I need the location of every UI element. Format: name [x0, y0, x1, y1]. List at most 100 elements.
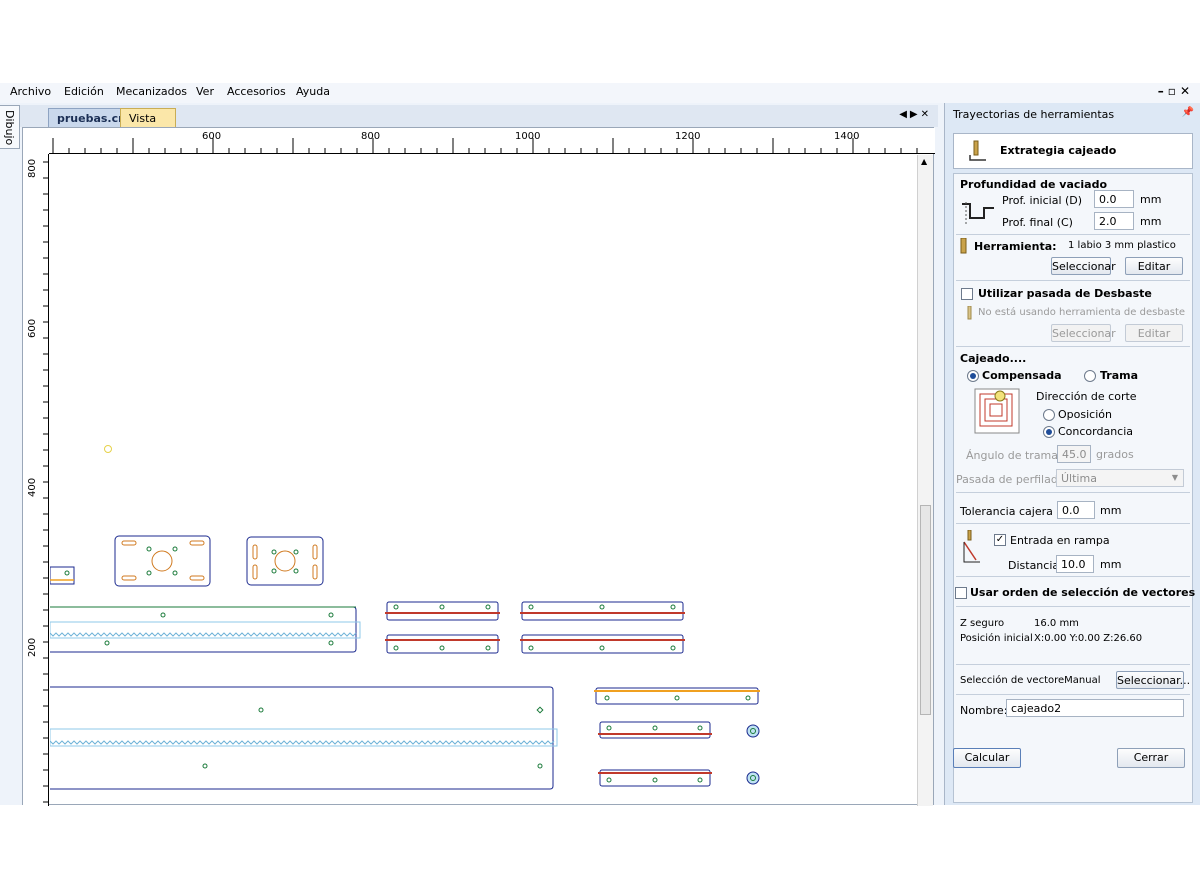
menu-mecanizados[interactable]: Mecanizados — [116, 85, 187, 98]
close-icon[interactable]: ✕ — [1180, 84, 1194, 98]
vertical-ruler: 800 600 400 200 — [23, 154, 49, 806]
round-part-2[interactable] — [746, 771, 760, 785]
h-ruler-label: 1000 — [515, 131, 541, 142]
rack-part-1[interactable] — [50, 606, 361, 653]
name-input[interactable]: cajeado2 — [1006, 699, 1184, 717]
drawing-view[interactable]: 600 800 1000 1200 1400 800 600 400 200 ▲ — [22, 127, 935, 806]
tool-value: 1 labio 3 mm plastico — [1068, 240, 1176, 251]
tool-edit-button[interactable]: Editar — [1125, 257, 1183, 275]
bar-part-7[interactable] — [598, 769, 712, 787]
menu-archivo[interactable]: Archivo — [10, 85, 51, 98]
vector-order-checkbox[interactable] — [955, 587, 967, 599]
tab-prev-icon[interactable]: ◀ — [899, 109, 910, 120]
roughing-edit-button[interactable]: Editar — [1125, 324, 1183, 342]
vector-select-button[interactable]: Seleccionar... — [1116, 671, 1190, 689]
v-ruler-label: 800 — [27, 158, 38, 178]
raster-angle-input[interactable]: 45.0 — [1057, 445, 1091, 463]
depth-diagram-icon — [962, 202, 994, 224]
menu-accesorios[interactable]: Accesorios — [227, 85, 286, 98]
tab-next-icon[interactable]: ▶ — [910, 109, 921, 120]
scrollbar-thumb[interactable] — [920, 505, 931, 715]
raster-radio[interactable] — [1084, 370, 1096, 382]
profile-pass-value: Última — [1061, 472, 1097, 485]
minimize-icon[interactable]: – — [1158, 84, 1168, 98]
menu-ayuda[interactable]: Ayuda — [296, 85, 330, 98]
end-depth-label: Prof. final (C) — [1002, 216, 1073, 229]
bar-part-3[interactable] — [520, 601, 685, 621]
roughing-label: Utilizar pasada de Desbaste — [978, 287, 1152, 300]
pocket-tool-icon — [969, 140, 986, 161]
menu-ver[interactable]: Ver — [196, 85, 214, 98]
roughing-checkbox[interactable] — [961, 288, 973, 300]
scroll-up-icon[interactable]: ▲ — [921, 157, 927, 166]
profile-pass-select[interactable]: Última ▼ — [1056, 469, 1184, 487]
bar-part-4[interactable] — [520, 634, 685, 654]
pin-icon[interactable]: 📌 — [1182, 107, 1194, 118]
bar-part-1[interactable] — [385, 601, 500, 621]
raster-angle-label: Ángulo de trama — [966, 449, 1059, 462]
raster-angle-unit: grados — [1096, 448, 1134, 461]
vertical-scrollbar[interactable]: ▲ — [917, 155, 933, 806]
drawing-dock-label: Dibujo — [3, 110, 16, 146]
close-button[interactable]: Cerrar — [1117, 748, 1185, 768]
cut-direction-label: Dirección de corte — [1036, 390, 1137, 403]
raster-label: Trama — [1100, 369, 1139, 382]
ramp-label: Entrada en rampa — [1010, 534, 1110, 547]
restore-icon[interactable]: ▫ — [1168, 84, 1180, 98]
strategy-title: Extrategia cajeado — [1000, 144, 1117, 157]
divider — [956, 280, 1190, 281]
drawing-canvas[interactable] — [50, 155, 918, 806]
safe-z-value: 16.0 mm — [1034, 618, 1079, 629]
climb-radio[interactable] — [1043, 426, 1055, 438]
start-depth-label: Prof. inicial (D) — [1002, 194, 1083, 207]
ramp-distance-unit: mm — [1100, 558, 1122, 571]
menu-bar: Archivo Edición Mecanizados Ver Accesori… — [0, 83, 1200, 103]
part-stub[interactable] — [50, 566, 75, 585]
round-part-1[interactable] — [746, 724, 760, 738]
divider — [956, 606, 1190, 607]
end-depth-input[interactable]: 2.0 — [1094, 212, 1134, 230]
conventional-label: Oposición — [1058, 408, 1112, 421]
application-window: Archivo Edición Mecanizados Ver Accesori… — [0, 83, 1200, 806]
vector-selection-label: Selección de vectoreManual — [960, 675, 1101, 686]
tool-label: Herramienta: — [974, 240, 1057, 253]
home-value: X:0.00 Y:0.00 Z:26.60 — [1034, 633, 1143, 644]
divider — [956, 694, 1190, 695]
profile-pass-label: Pasada de perfilado — [956, 473, 1065, 486]
tolerance-input[interactable]: 0.0 — [1057, 501, 1095, 519]
ramp-checkbox[interactable]: ✓ — [994, 534, 1006, 546]
h-ruler-label: 1200 — [675, 131, 701, 142]
calculate-button[interactable]: Calcular — [953, 748, 1021, 768]
tool-select-button[interactable]: Seleccionar — [1051, 257, 1116, 275]
check-icon: ✓ — [995, 534, 1005, 545]
action-buttons: Calcular Cerrar — [953, 748, 1193, 770]
divider — [956, 492, 1190, 493]
start-depth-input[interactable]: 0.0 — [1094, 190, 1134, 208]
offset-label: Compensada — [982, 369, 1062, 382]
conventional-radio[interactable] — [1043, 409, 1055, 421]
v-ruler-label: 200 — [27, 637, 38, 657]
bar-part-6[interactable] — [598, 721, 712, 739]
roughing-tool-icon — [967, 306, 972, 320]
name-label: Nombre: — [960, 704, 1008, 717]
h-ruler-label: 600 — [202, 131, 222, 142]
vector-order-label: Usar orden de selección de vectores — [970, 586, 1196, 599]
rack-part-2[interactable] — [50, 686, 558, 790]
bar-part-2[interactable] — [385, 634, 500, 654]
offset-radio[interactable] — [967, 370, 979, 382]
bar-part-5[interactable] — [594, 687, 760, 705]
drawing-dock-tab[interactable]: Dibujo — [0, 105, 20, 149]
strategy-header: Extrategia cajeado — [953, 133, 1193, 169]
motor-plate-1[interactable] — [114, 535, 211, 587]
tab-vista-3d[interactable]: Vista 3D — [120, 108, 176, 138]
divider — [956, 234, 1190, 235]
roughing-select-button[interactable]: Seleccionar — [1051, 324, 1116, 342]
tab-close-icon[interactable]: ✕ — [921, 109, 932, 120]
ramp-distance-input[interactable]: 10.0 — [1056, 555, 1094, 573]
tool-bit-icon — [960, 238, 967, 254]
depth-heading: Profundidad de vaciado — [960, 178, 1108, 191]
menu-edicion[interactable]: Edición — [64, 85, 104, 98]
home-label: Posición inicial — [960, 633, 1033, 644]
h-ruler-ticks — [52, 138, 918, 154]
motor-plate-2[interactable] — [246, 536, 324, 586]
